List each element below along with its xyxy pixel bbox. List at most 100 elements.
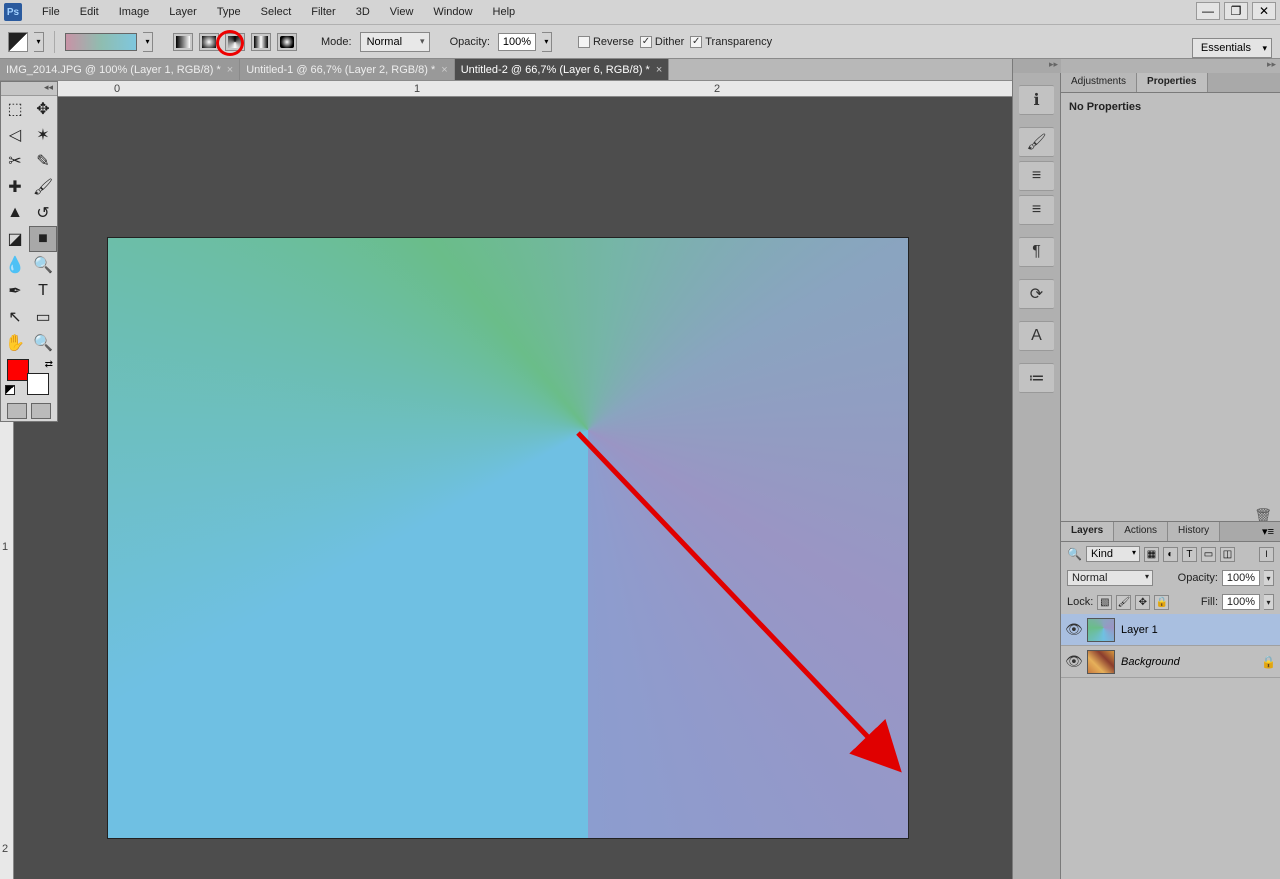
lock-position-icon[interactable]: ✥ [1135,595,1150,610]
blur-tool[interactable]: 💧 [1,252,29,278]
paragraph-panel-icon[interactable]: ¶ [1019,237,1054,267]
hand-tool[interactable]: ✋ [1,330,29,356]
close-button[interactable]: ✕ [1252,2,1276,20]
menu-edit[interactable]: Edit [70,2,109,22]
filter-smart-icon[interactable]: ◫ [1220,547,1235,562]
quick-mask-button[interactable] [7,403,27,419]
menu-type[interactable]: Type [207,2,251,22]
panel-collapse[interactable]: ▸▸ [1061,59,1280,73]
filter-pixel-icon[interactable]: ▦ [1144,547,1159,562]
linear-gradient-button[interactable] [173,33,193,51]
background-color[interactable] [27,373,49,395]
gradient-tool[interactable]: ■ [29,226,57,252]
crop-tool[interactable]: ✂ [1,148,29,174]
filter-adjust-icon[interactable]: ◐ [1163,547,1178,562]
radial-gradient-button[interactable] [199,33,219,51]
lock-transparent-icon[interactable]: ▧ [1097,595,1112,610]
eyedropper-tool[interactable]: ✎ [29,148,57,174]
transparency-checkbox[interactable]: Transparency [690,36,772,48]
menu-layer[interactable]: Layer [159,2,207,22]
menu-file[interactable]: File [32,2,70,22]
history-brush-tool[interactable]: ↺ [29,200,57,226]
menu-view[interactable]: View [380,2,424,22]
layer-name[interactable]: Layer 1 [1121,624,1276,636]
filter-shape-icon[interactable]: ▭ [1201,547,1216,562]
layers-tab[interactable]: Layers [1061,522,1114,541]
gradient-picker-dropdown[interactable]: ▾ [143,32,153,52]
stamp-tool[interactable]: ▲ [1,200,29,226]
angle-gradient-button[interactable] [225,33,245,51]
doc-tab-2[interactable]: Untitled-2 @ 66,7% (Layer 6, RGB/8) *× [455,59,670,80]
layer-thumbnail[interactable] [1087,650,1115,674]
layer-blend-select[interactable]: Normal [1067,570,1153,586]
character-panel-icon[interactable]: A [1019,321,1054,351]
history-tab[interactable]: History [1168,522,1220,541]
tool-preset-dropdown[interactable]: ▾ [34,32,44,52]
menu-help[interactable]: Help [483,2,526,22]
close-icon[interactable]: × [656,64,662,76]
layer-opacity-dropdown[interactable]: ▾ [1264,570,1274,586]
lasso-tool[interactable]: ◁ [1,122,29,148]
color-swatches[interactable]: ⇄ [5,359,53,395]
doc-tab-0[interactable]: IMG_2014.JPG @ 100% (Layer 1, RGB/8) *× [0,59,240,80]
type-tool[interactable]: T [29,278,57,304]
default-colors-icon[interactable] [5,385,15,395]
properties-tab[interactable]: Properties [1137,73,1207,92]
visibility-icon[interactable]: 👁 [1065,621,1081,638]
filter-type-icon[interactable]: T [1182,547,1197,562]
workspace-switcher[interactable]: Essentials [1192,38,1272,58]
actions-tab[interactable]: Actions [1114,522,1168,541]
tool-presets-icon[interactable]: ≡ [1019,195,1054,225]
move-tool[interactable]: ✥ [29,96,57,122]
eraser-tool[interactable]: ◪ [1,226,29,252]
reverse-checkbox[interactable]: Reverse [578,36,634,48]
layer-row[interactable]: 👁 Background 🔒 [1061,646,1280,678]
lock-pixels-icon[interactable]: 🖌 [1116,595,1131,610]
pen-tool[interactable]: ✒ [1,278,29,304]
panel-menu-icon[interactable]: ▾≡ [1256,522,1280,541]
gradient-preview[interactable] [65,33,137,51]
magic-wand-tool[interactable]: ✶ [29,122,57,148]
path-select-tool[interactable]: ↖ [1,304,29,330]
menu-3d[interactable]: 3D [346,2,380,22]
brush-tool[interactable]: 🖌 [29,174,57,200]
document-canvas[interactable] [108,238,908,838]
minimize-button[interactable]: — [1196,2,1220,20]
menu-filter[interactable]: Filter [301,2,345,22]
horizontal-ruler[interactable]: 0 1 2 [14,81,1012,97]
info-panel-icon[interactable]: ℹ [1019,85,1054,115]
menu-image[interactable]: Image [109,2,160,22]
navigator-panel-icon[interactable]: ⟳ [1019,279,1054,309]
lock-all-icon[interactable]: 🔒 [1154,595,1169,610]
foreground-color[interactable] [7,359,29,381]
swap-colors-icon[interactable]: ⇄ [45,359,53,370]
adjustments-tab[interactable]: Adjustments [1061,73,1137,92]
maximize-button[interactable]: ❐ [1224,2,1248,20]
opacity-field[interactable]: 100% [498,33,536,51]
strip-collapse[interactable]: ▸▸ [1013,59,1061,73]
tools-collapse[interactable]: ◂◂ [1,82,57,96]
tool-preset-icon[interactable] [8,32,28,52]
brush-panel-icon[interactable]: 🖌 [1019,127,1054,157]
reflected-gradient-button[interactable] [251,33,271,51]
opacity-dropdown[interactable]: ▾ [542,32,552,52]
dither-checkbox[interactable]: Dither [640,36,684,48]
marquee-tool[interactable]: ⬚ [1,96,29,122]
layer-fill-dropdown[interactable]: ▾ [1264,594,1274,610]
menu-select[interactable]: Select [251,2,302,22]
styles-panel-icon[interactable]: ≔ [1019,363,1054,393]
menu-window[interactable]: Window [423,2,482,22]
layer-fill-field[interactable]: 100% [1222,594,1260,610]
doc-tab-1[interactable]: Untitled-1 @ 66,7% (Layer 2, RGB/8) *× [240,59,455,80]
filter-toggle[interactable]: ⏽ [1259,547,1274,562]
layer-thumbnail[interactable] [1087,618,1115,642]
screen-mode-button[interactable] [31,403,51,419]
brush-presets-icon[interactable]: ≡ [1019,161,1054,191]
layer-opacity-field[interactable]: 100% [1222,570,1260,586]
layer-name[interactable]: Background [1121,656,1255,668]
visibility-icon[interactable]: 👁 [1065,653,1081,670]
blend-mode-select[interactable]: Normal [360,32,430,52]
close-icon[interactable]: × [227,64,233,76]
patch-tool[interactable]: ✚ [1,174,29,200]
layer-filter-kind[interactable]: Kind [1086,546,1140,562]
